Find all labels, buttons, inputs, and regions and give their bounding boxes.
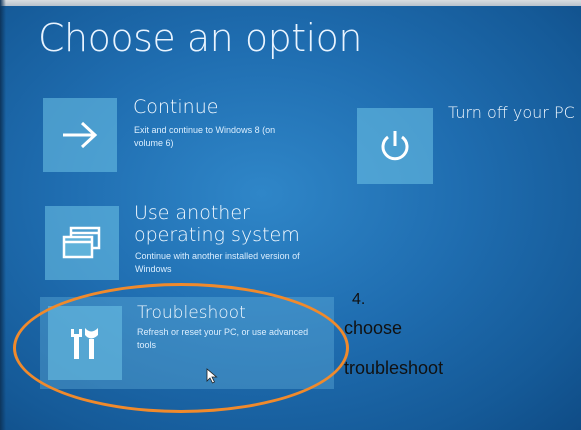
use-another-os-tile[interactable] xyxy=(45,206,119,280)
annotation-step-number: 4. xyxy=(352,291,366,308)
annotation-line2: troubleshoot xyxy=(344,358,444,378)
use-another-os-title-line1[interactable]: Use another xyxy=(134,202,250,224)
continue-description: Exit and continue to Windows 8 (on volum… xyxy=(134,125,276,148)
turn-off-tile[interactable] xyxy=(357,108,433,184)
turn-off-title[interactable]: Turn off your PC xyxy=(448,102,575,124)
page-title: Choose an option xyxy=(38,16,362,60)
power-icon xyxy=(381,131,409,161)
continue-title[interactable]: Continue xyxy=(133,96,218,118)
continue-tile[interactable] xyxy=(43,98,117,172)
photo-frame-left xyxy=(0,0,6,430)
annotation-ellipse xyxy=(13,283,349,413)
use-another-os-description: Continue with another installed version … xyxy=(135,251,300,274)
use-another-os-title-line2[interactable]: operating system xyxy=(134,224,300,246)
photo-frame-top xyxy=(0,0,581,6)
annotation-line1: choose xyxy=(344,318,403,338)
arrow-right-icon xyxy=(63,121,98,149)
windows-stack-icon xyxy=(62,226,101,259)
